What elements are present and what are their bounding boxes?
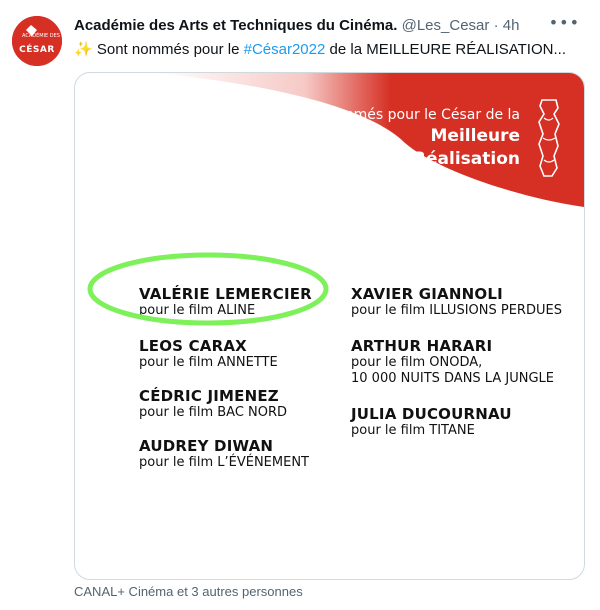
nominee-left: CÉDRIC JIMENEZ pour le film BAC NORD — [139, 387, 287, 421]
banner-title: Meilleure Réalisation — [320, 125, 520, 171]
nominee-film: pour le film TITANE — [351, 423, 475, 438]
cesar-statuette-icon — [538, 99, 560, 177]
cesar-logo-icon — [12, 16, 62, 66]
nominee-name: VALÉRIE LEMERCIER — [139, 285, 312, 303]
nominee-left: VALÉRIE LEMERCIER pour le film ALINE — [139, 285, 312, 319]
tweet-text-before: Sont nommés pour le — [92, 41, 244, 58]
banner-title-line2: Réalisation — [412, 149, 520, 169]
tweet-text-after: de la MEILLEURE RÉALISATION... — [325, 41, 566, 58]
timestamp[interactable]: 4h — [503, 17, 520, 34]
avatar-small-text: ACADÉMIE DES — [22, 33, 60, 39]
nominee-left: LEOS CARAX pour le film ANNETTE — [139, 337, 278, 371]
nominee-name: AUDREY DIWAN — [139, 437, 274, 455]
sparkle-emoji: ✨ — [74, 40, 93, 58]
nominee-film: pour le film ONODA, — [351, 355, 483, 370]
nominee-film: pour le film ALINE — [139, 303, 256, 318]
nominee-right: ARTHUR HARARI pour le film ONODA, 10 000… — [351, 337, 554, 387]
media-card[interactable]: nommés pour le César de la Meilleure Réa… — [74, 72, 585, 580]
nominee-name: CÉDRIC JIMENEZ — [139, 387, 279, 405]
avatar[interactable]: ACADÉMIE DES CÉSAR — [12, 16, 62, 66]
author-handle[interactable]: @Les_Cesar — [402, 17, 490, 34]
nominee-film-line2: 10 000 NUITS DANS LA JUNGLE — [351, 371, 554, 386]
nominee-name: ARTHUR HARARI — [351, 337, 493, 355]
nominee-film: pour le film ILLUSIONS PERDUES — [351, 303, 562, 318]
social-context[interactable]: CANAL+ Cinéma et 3 autres personnes — [74, 584, 303, 599]
tweet-header: Académie des Arts et Techniques du Ciném… — [74, 17, 560, 34]
nominee-name: LEOS CARAX — [139, 337, 247, 355]
tweet[interactable]: ACADÉMIE DES CÉSAR Académie des Arts et … — [0, 0, 600, 610]
nominee-film: pour le film L’ÉVÉNEMENT — [139, 455, 309, 470]
banner-title-line1: Meilleure — [430, 126, 520, 146]
nominee-film: pour le film BAC NORD — [139, 405, 288, 420]
separator: · — [493, 17, 499, 34]
tweet-text: ✨ Sont nommés pour le #César2022 de la M… — [74, 40, 566, 58]
more-icon[interactable]: ••• — [549, 13, 580, 32]
nominee-name: JULIA DUCOURNAU — [351, 405, 512, 423]
author-name[interactable]: Académie des Arts et Techniques du Ciném… — [74, 17, 397, 34]
banner-subtitle: nommés pour le César de la — [322, 107, 520, 123]
nominee-right: XAVIER GIANNOLI pour le film ILLUSIONS P… — [351, 285, 562, 319]
hashtag-link[interactable]: #César2022 — [244, 41, 326, 58]
nominee-name: XAVIER GIANNOLI — [351, 285, 503, 303]
nominee-right: JULIA DUCOURNAU pour le film TITANE — [351, 405, 512, 439]
avatar-brand: CÉSAR — [19, 45, 55, 55]
nominee-left: AUDREY DIWAN pour le film L’ÉVÉNEMENT — [139, 437, 309, 471]
nominee-film: pour le film ANNETTE — [139, 355, 278, 370]
